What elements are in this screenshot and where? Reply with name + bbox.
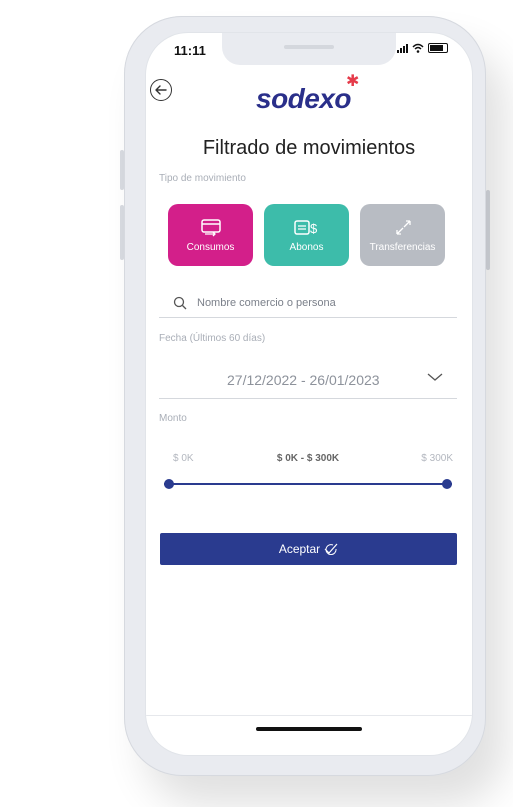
- chevron-down-icon: [427, 373, 443, 381]
- home-indicator: [256, 727, 362, 731]
- logo-star-icon: ✱: [346, 73, 360, 90]
- filter-abonos-button[interactable]: $ Abonos: [264, 204, 349, 266]
- card-arrows-icon: [200, 218, 221, 236]
- card-dollar-icon: $: [293, 219, 318, 236]
- slider-thumb-max[interactable]: [442, 479, 452, 489]
- sodexo-logo: sodexo: [256, 83, 352, 114]
- filter-consumos-label: Consumos: [186, 241, 235, 253]
- phone-power-button: [486, 190, 490, 270]
- signal-icon: [397, 43, 408, 53]
- speaker-grille: [284, 45, 334, 49]
- movement-type-label: Tipo de movimiento: [159, 173, 246, 184]
- amount-slider[interactable]: [164, 477, 452, 491]
- accept-button-label: Aceptar: [278, 542, 321, 556]
- status-icons: [397, 43, 448, 53]
- status-time: 11:11: [174, 43, 206, 58]
- amount-range-labels: $ 0K $ 0K - $ 300K $ 300K: [159, 453, 457, 467]
- search-icon: [173, 296, 187, 310]
- filter-consumos-button[interactable]: Consumos: [168, 204, 253, 266]
- date-range-value: 27/12/2022 - 26/01/2023: [227, 372, 380, 388]
- slider-thumb-min[interactable]: [164, 479, 174, 489]
- check-icon: [324, 543, 338, 555]
- wifi-icon: [412, 43, 424, 53]
- amount-label: Monto: [159, 413, 187, 424]
- search-input[interactable]: Nombre comercio o persona: [159, 289, 457, 318]
- search-placeholder: Nombre comercio o persona: [197, 297, 336, 309]
- filter-abonos-label: Abonos: [289, 241, 324, 253]
- date-label: Fecha (Últimos 60 días): [159, 333, 266, 344]
- filter-transferencias-label: Transferencias: [369, 241, 436, 253]
- back-button[interactable]: [150, 79, 172, 101]
- amount-range-value: $ 0K - $ 300K: [276, 453, 340, 464]
- transfer-arrows-icon: [395, 219, 411, 235]
- svg-text:$: $: [310, 221, 318, 236]
- accept-button[interactable]: Aceptar: [160, 533, 457, 565]
- notch: [222, 33, 396, 65]
- phone-screen: 11:11 sodexo ✱ Filtrado de movimientos T…: [146, 33, 472, 755]
- page-title: Filtrado de movimientos: [202, 137, 416, 159]
- bottom-divider: [146, 715, 472, 716]
- amount-max-label: $ 300K: [421, 453, 453, 464]
- date-range-select[interactable]: 27/12/2022 - 26/01/2023: [159, 360, 457, 399]
- arrow-left-icon: [155, 85, 167, 95]
- slider-track: [164, 483, 452, 485]
- battery-icon: [428, 43, 448, 53]
- filter-transferencias-button[interactable]: Transferencias: [360, 204, 445, 266]
